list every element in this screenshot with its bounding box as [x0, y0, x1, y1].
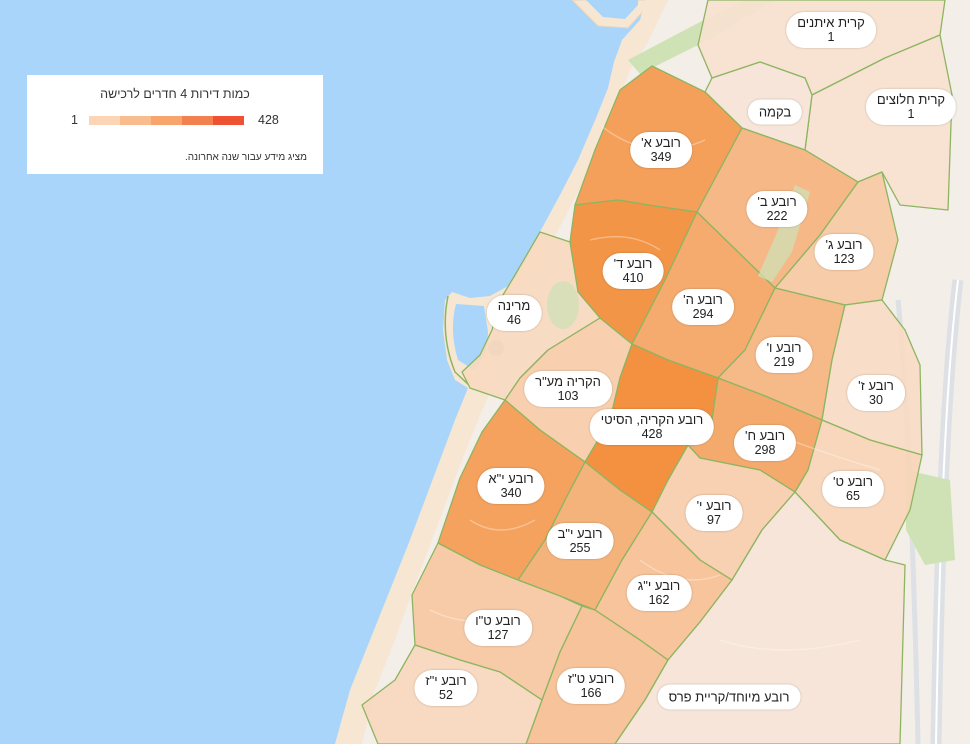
neighborhood-name: רובע ג' [825, 237, 863, 252]
neighborhood-count: 340 [500, 486, 522, 500]
label-rova-yod-zayin[interactable]: רובע י"ז 52 [414, 670, 478, 706]
neighborhood-name: רובע ב' [757, 194, 797, 209]
neighborhood-count: 298 [754, 443, 776, 457]
legend-note: מציג מידע עבור שנה אחרונה. [185, 152, 307, 163]
neighborhood-count: 127 [487, 628, 509, 642]
neighborhood-name: רובע ז' [858, 378, 894, 393]
neighborhood-name: רובע ד' [613, 256, 653, 271]
label-rova-meyuhad-kiryat-pras[interactable]: רובע מיוחד/קריית פרס [657, 684, 801, 710]
neighborhood-name: רובע ה' [683, 292, 723, 307]
park-area [547, 281, 579, 329]
legend-swatch [151, 116, 182, 125]
neighborhood-count: 1 [827, 30, 835, 44]
label-rova-he[interactable]: רובע ה' 294 [672, 289, 734, 325]
legend-swatch [213, 116, 244, 125]
label-kiryat-itanim[interactable]: קרית איתנים 1 [786, 12, 876, 48]
label-rova-b[interactable]: רובע ב' 222 [746, 191, 808, 227]
label-rova-yod-bet[interactable]: רובע י"ב 255 [546, 523, 614, 559]
neighborhood-name: קרית חלוצים [876, 92, 946, 107]
neighborhood-count: 349 [650, 150, 672, 164]
label-rova-tet-zayin[interactable]: רובע ט"ז 166 [556, 668, 626, 704]
neighborhood-count: 166 [580, 686, 602, 700]
neighborhood-count: 162 [648, 593, 670, 607]
neighborhood-name: הקריה מע"ר [535, 374, 601, 389]
legend-swatch [89, 116, 120, 125]
neighborhood-count: 123 [833, 252, 855, 266]
neighborhood-count: 30 [869, 393, 883, 407]
neighborhood-count: 97 [707, 513, 721, 527]
neighborhood-count: 294 [692, 307, 714, 321]
label-rova-vav[interactable]: רובע ו' 219 [755, 337, 813, 373]
label-rova-d[interactable]: רובע ד' 410 [602, 253, 664, 289]
neighborhood-count: 103 [557, 389, 579, 403]
label-rova-yod-gimel[interactable]: רובע י"ג 162 [626, 575, 692, 611]
label-rova-yod-alef[interactable]: רובע י"א 340 [477, 468, 545, 504]
legend-max-label: 428 [258, 113, 279, 127]
legend-color-bar [89, 116, 244, 125]
legend-panel: כמות דירות 4 חדרים לרכישה 1 428 מציג מיד… [27, 75, 323, 174]
neighborhood-name: רובע י"ג [637, 578, 681, 593]
label-rova-yod[interactable]: רובע י' 97 [685, 495, 743, 531]
label-rova-g[interactable]: רובע ג' 123 [814, 234, 874, 270]
legend-min-label: 1 [71, 113, 78, 127]
label-rova-het[interactable]: רובע ח' 298 [733, 425, 797, 461]
neighborhood-name: רובע מיוחד/קריית פרס [668, 689, 790, 705]
label-hakirya-maar[interactable]: הקריה מע"ר 103 [524, 371, 612, 407]
neighborhood-name: בקמה [758, 104, 792, 120]
neighborhood-count: 222 [766, 209, 788, 223]
label-rova-hakirya-city[interactable]: רובע הקריה, הסיטי 428 [589, 409, 715, 445]
neighborhood-name: רובע ט"ז [567, 671, 615, 686]
neighborhood-name: רובע ט' [833, 474, 873, 489]
neighborhood-count: 65 [846, 489, 860, 503]
label-bakama[interactable]: בקמה [747, 99, 803, 125]
label-kiryat-halutzim[interactable]: קרית חלוצים 1 [865, 89, 957, 125]
label-rova-zayin[interactable]: רובע ז' 30 [847, 375, 905, 411]
neighborhood-count: 410 [622, 271, 644, 285]
neighborhood-count: 428 [641, 427, 663, 441]
neighborhood-name: רובע י"ב [557, 526, 603, 541]
neighborhood-name: רובע י"ז [425, 673, 467, 688]
neighborhood-count: 1 [907, 107, 915, 121]
neighborhood-name: מרינה [497, 298, 531, 313]
label-rova-tet-vav[interactable]: רובע ט"ו 127 [464, 610, 532, 646]
neighborhood-count: 46 [507, 313, 521, 327]
neighborhood-name: רובע א' [641, 135, 681, 150]
neighborhood-name: רובע הקריה, הסיטי [600, 412, 704, 427]
neighborhood-name: רובע ו' [766, 340, 802, 355]
neighborhood-count: 219 [773, 355, 795, 369]
neighborhood-name: רובע י' [696, 498, 732, 513]
neighborhood-name: רובע י"א [488, 471, 534, 486]
label-rova-a[interactable]: רובע א' 349 [630, 132, 692, 168]
neighborhood-name: רובע ח' [744, 428, 786, 443]
legend-swatch [120, 116, 151, 125]
neighborhood-name: קרית איתנים [797, 15, 865, 30]
legend-title: כמות דירות 4 חדרים לרכישה [100, 87, 250, 101]
legend-swatch [182, 116, 213, 125]
neighborhood-name: רובע ט"ו [475, 613, 521, 628]
neighborhood-count: 52 [439, 688, 453, 702]
label-rova-tet[interactable]: רובע ט' 65 [822, 471, 884, 507]
neighborhood-count: 255 [569, 541, 591, 555]
label-marina[interactable]: מרינה 46 [486, 295, 542, 331]
